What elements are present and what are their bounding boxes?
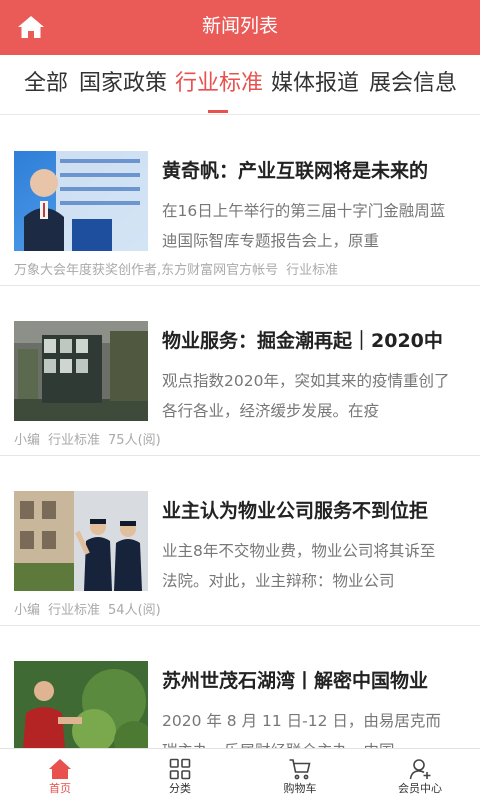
article-views: 75人(阅)	[108, 433, 161, 448]
article-author: 小编	[14, 433, 41, 448]
article-thumbnail	[14, 661, 148, 761]
home-icon	[49, 759, 71, 779]
nav-cart[interactable]: 购物车	[240, 749, 360, 800]
article-thumbnail	[14, 151, 148, 251]
nav-category-label: 分类	[169, 782, 191, 795]
article-author: 万象大会年度获奖创作者,东方财富网官方帐号	[14, 263, 279, 278]
article-summary: 在16日上午举行的第三届十字门金融周蓝迪国际智库专题报告会上，原重	[162, 202, 446, 250]
article-title[interactable]: 物业服务：掘金潮再起｜2020中	[162, 326, 467, 356]
user-icon	[409, 759, 431, 780]
article-views: 54人(阅)	[108, 603, 161, 618]
article-author: 小编	[14, 603, 41, 618]
nav-cart-label: 购物车	[283, 782, 317, 795]
nav-home[interactable]: 首页	[0, 749, 120, 800]
tab-industry-standard[interactable]: 行业标准	[175, 69, 263, 99]
cart-icon	[289, 759, 311, 780]
article-summary: 观点指数2020年，突如其来的疫情重创了各行各业，经济缓步发展。在疫	[162, 372, 450, 420]
tab-exhibition-info[interactable]: 展会信息	[369, 69, 457, 99]
list-item[interactable]: 黄奇帆：产业互联网将是未来的 在16日上午举行的第三届十字门金融周蓝迪国际智库专…	[0, 116, 480, 286]
app-header: 新闻列表	[0, 0, 480, 55]
category-tabs: 全部 国家政策 行业标准 媒体报道 展会信息	[0, 55, 480, 115]
article-category: 行业标准	[48, 433, 101, 448]
nav-category[interactable]: 分类	[120, 749, 240, 800]
list-item[interactable]: 物业服务：掘金潮再起｜2020中 观点指数2020年，突如其来的疫情重创了各行各…	[0, 286, 480, 456]
article-title[interactable]: 黄奇帆：产业互联网将是未来的	[162, 156, 467, 186]
nav-member[interactable]: 会员中心	[360, 749, 480, 800]
tab-national-policy[interactable]: 国家政策	[79, 69, 167, 99]
article-thumbnail	[14, 321, 148, 421]
bottom-nav: 首页 分类 购物车 会员中心	[0, 748, 480, 800]
article-thumbnail	[14, 491, 148, 591]
page-title: 新闻列表	[201, 15, 278, 37]
article-title[interactable]: 苏州世茂石湖湾丨解密中国物业	[162, 666, 467, 696]
nav-member-label: 会员中心	[398, 782, 442, 795]
active-tab-indicator	[208, 110, 228, 113]
article-meta: 万象大会年度获奖创作者,东方财富网官方帐号 行业标准	[14, 261, 346, 281]
article-meta: 小编 行业标准 54人(阅)	[14, 601, 169, 621]
nav-home-label: 首页	[49, 782, 71, 795]
article-meta: 小编 行业标准 75人(阅)	[14, 431, 169, 451]
tab-all[interactable]: 全部	[24, 69, 68, 99]
grid-icon	[169, 758, 191, 780]
list-item[interactable]: 业主认为物业公司服务不到位拒 业主8年不交物业费，物业公司将其诉至法院。对此，业…	[0, 456, 480, 626]
article-summary: 业主8年不交物业费，物业公司将其诉至法院。对此，业主辩称：物业公司	[162, 542, 436, 590]
tab-media-reports[interactable]: 媒体报道	[271, 69, 359, 99]
article-title[interactable]: 业主认为物业公司服务不到位拒	[162, 496, 467, 526]
article-category: 行业标准	[48, 603, 101, 618]
article-category: 行业标准	[286, 263, 339, 278]
